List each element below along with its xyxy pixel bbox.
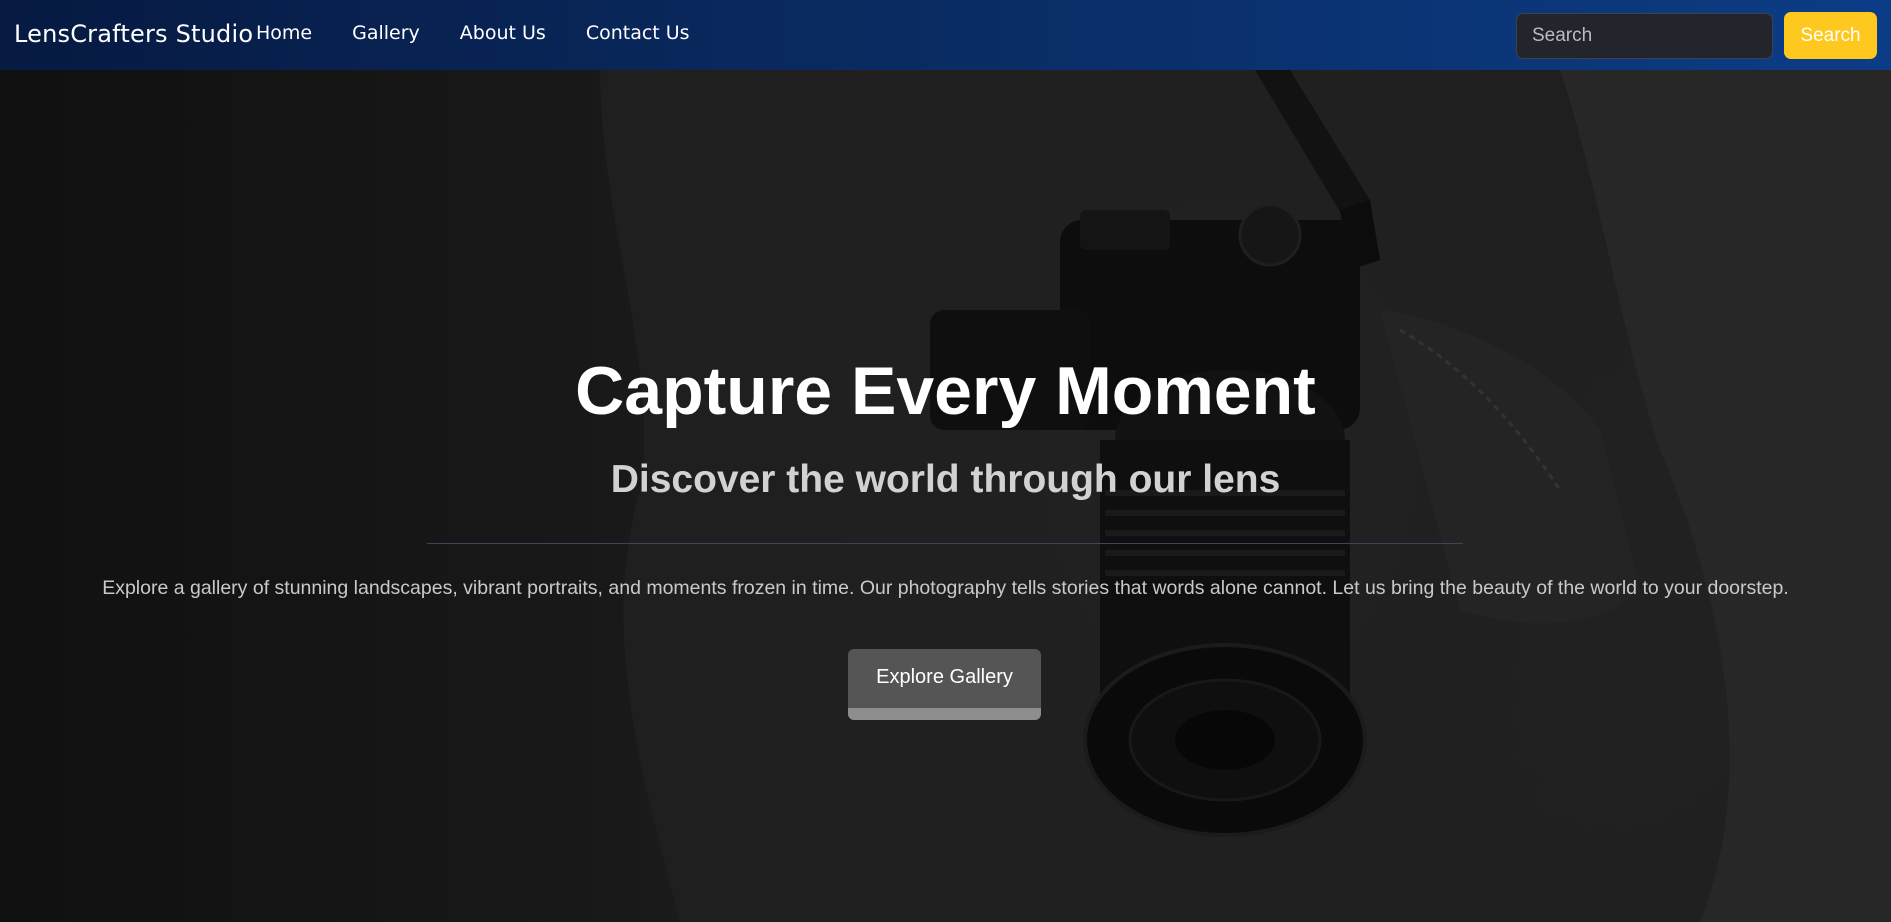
hero-divider — [427, 543, 1463, 544]
search-input[interactable] — [1516, 13, 1773, 59]
search-button[interactable]: Search — [1784, 12, 1877, 59]
brand-logo-text[interactable]: LensCrafters Studio — [14, 20, 253, 48]
hero-section: Capture Every Moment Discover the world … — [0, 70, 1891, 922]
explore-gallery-button[interactable]: Explore Gallery — [848, 649, 1041, 720]
nav-link-gallery[interactable]: Gallery — [352, 22, 420, 44]
nav-link-home[interactable]: Home — [256, 22, 312, 44]
nav-link-contact-us[interactable]: Contact Us — [586, 22, 690, 44]
nav-link-about-us[interactable]: About Us — [460, 22, 546, 44]
hero-subtitle: Discover the world through our lens — [610, 458, 1281, 501]
hero-title: Capture Every Moment — [575, 353, 1316, 429]
hero-description: Explore a gallery of stunning landscapes… — [102, 577, 1789, 599]
top-navbar: LensCrafters Studio Home Gallery About U… — [0, 0, 1891, 70]
nav-links: Home Gallery About Us Contact Us — [256, 22, 730, 44]
